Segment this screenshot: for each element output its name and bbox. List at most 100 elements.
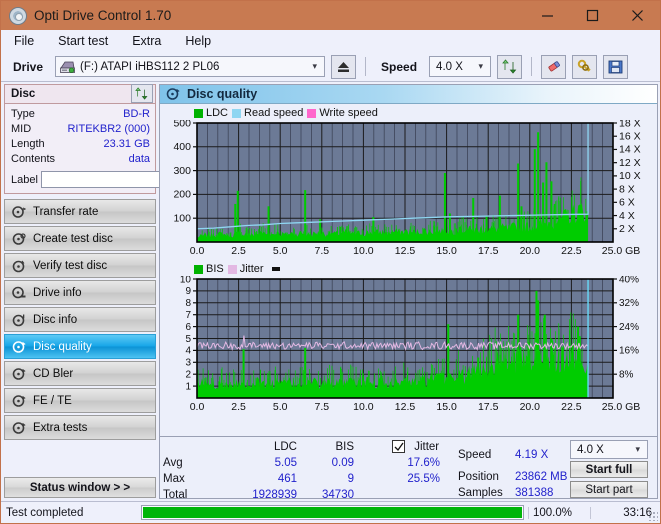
svg-text:22.5: 22.5 bbox=[561, 401, 582, 413]
disc-refresh-button[interactable] bbox=[131, 84, 153, 103]
save-button[interactable] bbox=[603, 54, 629, 79]
sidebar-item-label: Extra tests bbox=[33, 421, 88, 434]
sidebar-item-extra-tests[interactable]: Extra tests bbox=[4, 415, 156, 440]
svg-text:6 X: 6 X bbox=[619, 197, 635, 209]
progress-fill bbox=[143, 507, 522, 518]
start-part-button[interactable]: Start part bbox=[570, 481, 648, 498]
chevron-down-icon[interactable]: ▾ bbox=[309, 61, 323, 72]
maximize-icon[interactable] bbox=[570, 1, 615, 30]
stats-total-bis: 34730 bbox=[322, 489, 354, 501]
stats-row-avg: Avg bbox=[163, 457, 183, 469]
svg-text:4: 4 bbox=[185, 346, 191, 357]
sidebar-item-drive-info[interactable]: Drive info bbox=[4, 280, 156, 305]
svg-text:25.0 GB: 25.0 GB bbox=[602, 401, 641, 413]
disc-label-key: Label bbox=[11, 173, 38, 186]
chevron-down-icon[interactable]: ▾ bbox=[475, 61, 489, 72]
stats-row-max: Max bbox=[163, 473, 185, 485]
svg-text:14 X: 14 X bbox=[619, 144, 641, 156]
sidebar-item-label: Drive info bbox=[33, 286, 82, 299]
disc-write-icon bbox=[12, 232, 26, 245]
svg-text:6: 6 bbox=[185, 322, 191, 333]
svg-text:10.0: 10.0 bbox=[353, 401, 374, 413]
chevron-down-icon[interactable]: ▾ bbox=[631, 444, 645, 455]
toolbar: Drive (F:) ATAPI iHBS112 2 PL06 ▾ Speed … bbox=[1, 52, 660, 82]
keys-button[interactable] bbox=[572, 54, 598, 79]
title-bar: Opti Drive Control 1.70 bbox=[1, 1, 660, 30]
menu-item-help[interactable]: Help bbox=[182, 33, 214, 49]
menu-item-file[interactable]: File bbox=[11, 33, 37, 49]
svg-text:24%: 24% bbox=[619, 322, 639, 333]
checkbox-icon[interactable] bbox=[392, 440, 405, 453]
svg-text:20.0: 20.0 bbox=[520, 245, 541, 257]
erase-button[interactable] bbox=[541, 54, 567, 79]
svg-text:40%: 40% bbox=[619, 276, 639, 285]
legend-label: Jitter bbox=[239, 263, 264, 275]
menu-item-start-test[interactable]: Start test bbox=[55, 33, 111, 49]
svg-text:12 X: 12 X bbox=[619, 157, 641, 169]
jitter-checkbox[interactable]: Jitter bbox=[392, 440, 439, 453]
svg-text:10 X: 10 X bbox=[619, 170, 641, 182]
stats-speed-select[interactable]: 4.0 X ▾ bbox=[570, 440, 648, 459]
sidebar-item-cd-bler[interactable]: CD Bler bbox=[4, 361, 156, 386]
disc-fete-icon bbox=[12, 394, 26, 407]
sidebar-item-fe-te[interactable]: FE / TE bbox=[4, 388, 156, 413]
svg-text:16%: 16% bbox=[619, 346, 639, 357]
sidebar-item-verify-test-disc[interactable]: Verify test disc bbox=[4, 253, 156, 278]
sidebar-item-transfer-rate[interactable]: Transfer rate bbox=[4, 199, 156, 224]
svg-text:400: 400 bbox=[173, 141, 191, 153]
stats-row-total: Total bbox=[163, 489, 188, 501]
sidebar: Disc Type BD-R MID RITEKBR2 (000) Length… bbox=[1, 82, 239, 501]
menu-item-extra[interactable]: Extra bbox=[129, 33, 164, 49]
svg-text:8: 8 bbox=[185, 298, 191, 309]
disc-panel-title: Disc bbox=[11, 88, 36, 100]
app-window: Opti Drive Control 1.70 File Start test … bbox=[0, 0, 661, 524]
refresh-button[interactable] bbox=[497, 54, 523, 79]
svg-text:2.5: 2.5 bbox=[231, 245, 246, 257]
resize-grip[interactable] bbox=[648, 511, 658, 521]
disc-label-row: Label bbox=[11, 170, 239, 189]
legend-swatch bbox=[194, 108, 203, 118]
progress-bar bbox=[141, 505, 524, 520]
disc-row-key: Contents bbox=[11, 153, 56, 165]
content-header: Disc quality bbox=[160, 85, 657, 104]
eject-button[interactable] bbox=[331, 54, 357, 79]
svg-text:7.5: 7.5 bbox=[314, 245, 329, 257]
legend-marker-icon bbox=[271, 267, 280, 271]
speed-select[interactable]: 4.0 X ▾ bbox=[429, 56, 492, 77]
ldc-chart[interactable]: 100 200 300 400 500 2 X4 X6 X8 X 10 X 12 X 14 X1… bbox=[162, 120, 655, 260]
stats-col-bis: BIS bbox=[335, 441, 354, 453]
disc-row-value: RITEKBR2 (000) bbox=[67, 123, 150, 135]
minimize-icon[interactable] bbox=[525, 1, 570, 30]
charts-container: LDC Read speed Write speed 100 200 300 400 5… bbox=[160, 104, 657, 436]
eject-icon bbox=[338, 61, 350, 72]
stats-panel: LDC BIS Jitter Avg 5.05 0.09 17.6% Max 4… bbox=[160, 436, 657, 501]
svg-text:0.0: 0.0 bbox=[190, 401, 205, 413]
sidebar-item-disc-quality[interactable]: Disc quality bbox=[4, 334, 156, 359]
start-full-button[interactable]: Start full bbox=[570, 461, 648, 478]
speed-value: 4.0 X bbox=[436, 60, 463, 73]
disc-bler-icon bbox=[12, 367, 26, 380]
drive-icon bbox=[60, 61, 75, 73]
legend-item-read-speed: Read speed bbox=[232, 107, 303, 119]
sidebar-item-disc-info[interactable]: Disc info bbox=[4, 307, 156, 332]
legend-label: LDC bbox=[206, 107, 229, 119]
content-panel: Disc quality LDC Read speed Write speed … bbox=[159, 84, 658, 501]
legend-swatch bbox=[232, 108, 242, 118]
close-icon[interactable] bbox=[615, 1, 660, 30]
stats-speed-label: Speed bbox=[458, 449, 492, 461]
disc-row-value: BD-R bbox=[123, 108, 150, 120]
drive-label: Drive bbox=[13, 59, 44, 74]
status-text: Test completed bbox=[6, 506, 84, 519]
window-controls bbox=[525, 1, 660, 30]
status-window-button[interactable]: Status window > > bbox=[4, 477, 156, 498]
drive-select[interactable]: (F:) ATAPI iHBS112 2 PL06 ▾ bbox=[55, 56, 326, 77]
bis-chart[interactable]: 1 2 3 4 5 6 7 8 9 10 8% 16% 24% 32% 40% 0.0 2.5 5.0 7.5 10.… bbox=[162, 276, 655, 416]
svg-text:20.0: 20.0 bbox=[520, 401, 541, 413]
stats-max-ldc: 461 bbox=[277, 473, 297, 485]
sidebar-item-label: Disc info bbox=[33, 313, 78, 326]
svg-text:32%: 32% bbox=[619, 298, 639, 309]
disc-row-value: 23.31 GB bbox=[103, 138, 150, 150]
sidebar-item-create-test-disc[interactable]: Create test disc bbox=[4, 226, 156, 251]
disc-verify-icon bbox=[12, 260, 25, 272]
